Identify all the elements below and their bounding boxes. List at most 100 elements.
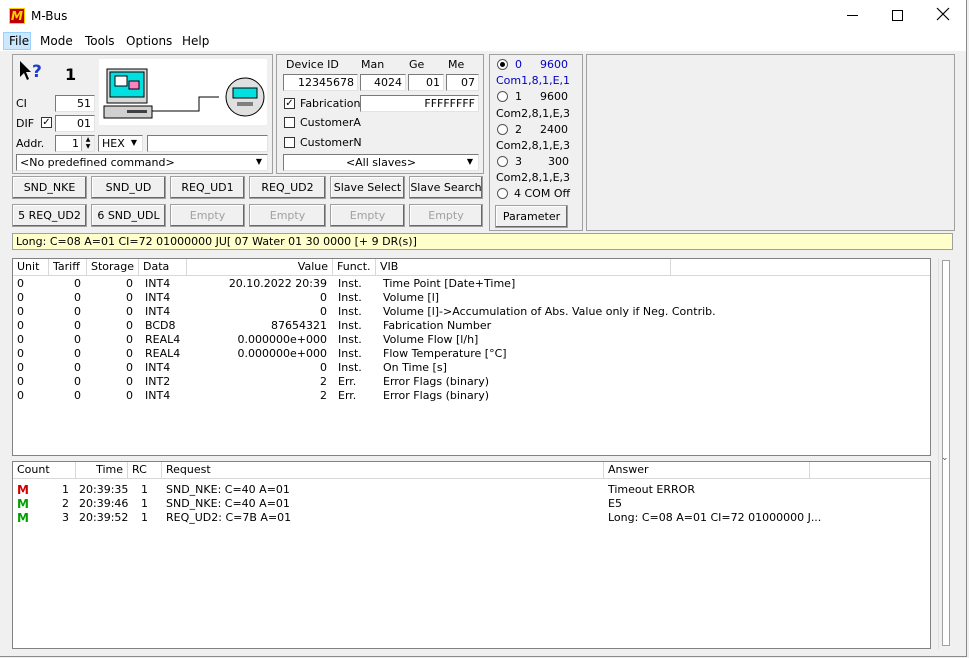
dif-field[interactable]: 01	[55, 115, 95, 132]
com-radio-off[interactable]	[497, 188, 508, 199]
com-radio-0[interactable]	[497, 59, 508, 70]
menu-mode[interactable]: Mode	[40, 34, 73, 48]
list-item[interactable]: M 2 20:39:46 1 SND_NKE: C=40 A=01 E5	[13, 497, 930, 511]
col-value-header[interactable]: Value	[187, 259, 333, 276]
empty-button-9[interactable]: Empty	[330, 204, 405, 227]
funct-cell: Inst.	[338, 291, 362, 304]
table-row[interactable]: 0 0 0 REAL4 0.000000e+000 Inst. Flow Temperatu…	[13, 347, 930, 361]
mbus-status-icon: M	[17, 497, 29, 511]
chevron-down-icon[interactable]: ▼	[252, 155, 266, 168]
menu-help[interactable]: Help	[182, 34, 209, 48]
slave-search-button[interactable]: Slave Search	[409, 176, 483, 199]
req-ud1-button[interactable]: REQ_UD1	[170, 176, 245, 199]
me-field[interactable]: 07	[446, 74, 479, 91]
funct-cell: Inst.	[338, 277, 362, 290]
vertical-splitter[interactable]: ⌄	[938, 258, 955, 649]
snd-nke-button[interactable]: SND_NKE	[12, 176, 87, 199]
maximize-icon[interactable]	[892, 10, 903, 21]
request-log-table[interactable]: Count Time RC Request Answer M 1 20:39:35 1…	[12, 461, 931, 649]
menu-options[interactable]: Options	[126, 34, 172, 48]
addr-extra-field[interactable]	[147, 135, 268, 152]
col-rc-header[interactable]: RC	[128, 462, 162, 479]
col-count-header[interactable]: Count	[13, 462, 76, 479]
col-request-header[interactable]: Request	[162, 462, 604, 479]
tariff-cell: 0	[74, 333, 81, 346]
close-icon[interactable]	[935, 6, 951, 22]
time-cell: 20:39:52	[79, 511, 129, 524]
format-select[interactable]: HEX ▼	[98, 135, 143, 152]
man-field[interactable]: 4024	[360, 74, 406, 91]
col-funct-header[interactable]: Funct.	[333, 259, 376, 276]
empty-button-7[interactable]: Empty	[170, 204, 245, 227]
table-row[interactable]: 0 0 0 INT4 2 Err. Error Flags (binary)	[13, 389, 930, 403]
value-cell: 0	[320, 305, 327, 318]
menu-tools[interactable]: Tools	[85, 34, 115, 48]
answer-cell: E5	[608, 497, 622, 510]
count-cell: 1	[62, 483, 69, 496]
value-cell: 20.10.2022 20:39	[228, 277, 327, 290]
unit-cell: 0	[17, 389, 24, 402]
com-radio-1[interactable]	[497, 91, 508, 102]
help-cursor-icon[interactable]: ?	[17, 59, 47, 83]
tariff-cell: 0	[74, 347, 81, 360]
table-row[interactable]: 0 0 0 INT4 0 Inst. On Time [s]	[13, 361, 930, 375]
list-item[interactable]: M 1 20:39:35 1 SND_NKE: C=40 A=01 Timeout ERR…	[13, 483, 930, 497]
chevron-down-icon[interactable]: ▼	[463, 155, 477, 168]
table-row[interactable]: 0 0 0 INT2 2 Err. Error Flags (binary)	[13, 375, 930, 389]
spinner-arrows-icon[interactable]: ▲ ▼	[81, 136, 94, 151]
snd-udl-6-button[interactable]: 6 SND_UDL	[91, 204, 166, 227]
minimize-icon[interactable]	[847, 15, 858, 16]
table-row[interactable]: 0 0 0 INT4 20.10.2022 20:39 Inst. Time Point […	[13, 277, 930, 291]
value-cell: 2	[320, 389, 327, 402]
telegram-status-line: Long: C=08 A=01 CI=72 01000000 JU[ 07 Wa…	[12, 233, 953, 250]
com-radio-3[interactable]	[497, 156, 508, 167]
tariff-cell: 0	[74, 375, 81, 388]
rc-cell: 1	[141, 511, 148, 524]
data-records-table[interactable]: Unit Tariff Storage Data Value Funct. VI…	[12, 258, 931, 456]
funct-cell: Inst.	[338, 319, 362, 332]
com-panel: 0 9600 Com1,8,1,E,1 1 9600 Com2,8,1,E,3 …	[489, 54, 583, 231]
storage-cell: 0	[126, 305, 133, 318]
customer-n-checkbox[interactable]	[284, 137, 295, 148]
list-item[interactable]: M 3 20:39:52 1 REQ_UD2: C=7B A=01 Long: C=08 …	[13, 511, 930, 525]
col-vib-header[interactable]: VIB	[376, 259, 671, 276]
snd-ud-button[interactable]: SND_UD	[91, 176, 166, 199]
request-cell: SND_NKE: C=40 A=01	[166, 497, 290, 510]
col-storage-header[interactable]: Storage	[87, 259, 139, 276]
col-data-header[interactable]: Data	[139, 259, 187, 276]
table-row[interactable]: 0 0 0 REAL4 0.000000e+000 Inst. Volume Flow [l…	[13, 333, 930, 347]
table-row[interactable]: 0 0 0 INT4 0 Inst. Volume [l]	[13, 291, 930, 305]
funct-cell: Err.	[338, 389, 357, 402]
addr-spinner[interactable]: 1 ▲ ▼	[55, 135, 95, 152]
menu-file[interactable]: File	[9, 34, 29, 48]
req-ud2-button[interactable]: REQ_UD2	[249, 176, 326, 199]
empty-button-10[interactable]: Empty	[409, 204, 483, 227]
parameter-button[interactable]: Parameter	[495, 205, 568, 228]
col-unit-header[interactable]: Unit	[13, 259, 49, 276]
fabrication-checkbox[interactable]: ✓	[284, 98, 295, 109]
fabrication-label: Fabrication	[300, 97, 361, 110]
device-id-field[interactable]: 12345678	[283, 74, 358, 91]
slaves-select[interactable]: <All slaves> ▼	[283, 154, 479, 171]
customer-a-checkbox[interactable]	[284, 117, 295, 128]
col-tariff-header[interactable]: Tariff	[49, 259, 87, 276]
vib-cell: Fabrication Number	[383, 319, 492, 332]
chevron-down-icon[interactable]: ▼	[127, 136, 141, 149]
slave-select-button[interactable]: Slave Select	[330, 176, 405, 199]
rc-cell: 1	[141, 497, 148, 510]
ci-field[interactable]: 51	[55, 95, 95, 112]
ge-field[interactable]: 01	[408, 74, 444, 91]
col-time-header[interactable]: Time	[76, 462, 128, 479]
command-select[interactable]: <No predefined command> ▼	[16, 154, 268, 171]
req-ud2-5-button[interactable]: 5 REQ_UD2	[12, 204, 87, 227]
empty-button-8[interactable]: Empty	[249, 204, 326, 227]
device-counter: 1	[65, 65, 77, 84]
col-answer-header[interactable]: Answer	[604, 462, 810, 479]
com-radio-2[interactable]	[497, 124, 508, 135]
value-cell: 0	[320, 361, 327, 374]
dif-checkbox[interactable]: ✓	[41, 117, 52, 128]
fabrication-field[interactable]: FFFFFFFF	[360, 95, 479, 112]
table-row[interactable]: 0 0 0 BCD8 87654321 Inst. Fabrication Number	[13, 319, 930, 333]
splitter-grip-icon[interactable]: ⌄	[941, 453, 949, 463]
table-row[interactable]: 0 0 0 INT4 0 Inst. Volume [l]->Accumulation of…	[13, 305, 930, 319]
